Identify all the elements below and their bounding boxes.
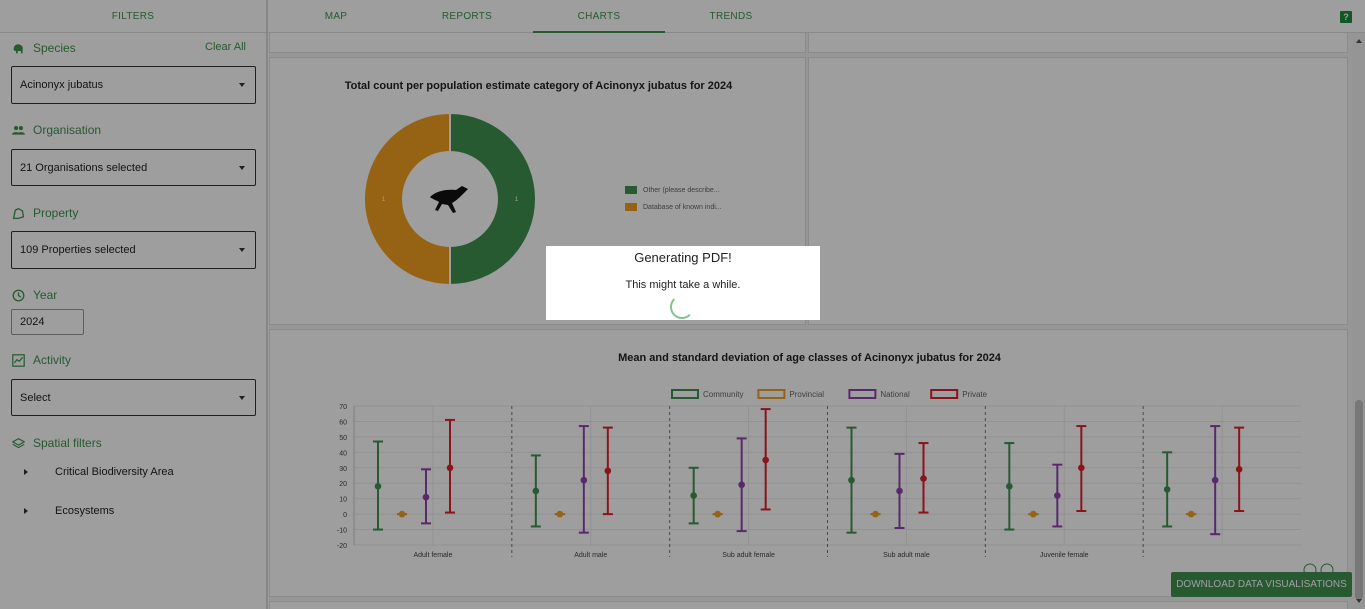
generating-pdf-modal: Generating PDF! This might take a while. — [546, 246, 820, 320]
modal-title: Generating PDF! — [634, 250, 732, 265]
app-root: FILTERS MAP REPORTS CHARTS TRENDS ? Spec… — [0, 0, 1365, 609]
loading-spinner-icon — [670, 295, 694, 319]
modal-message: This might take a while. — [625, 279, 741, 291]
